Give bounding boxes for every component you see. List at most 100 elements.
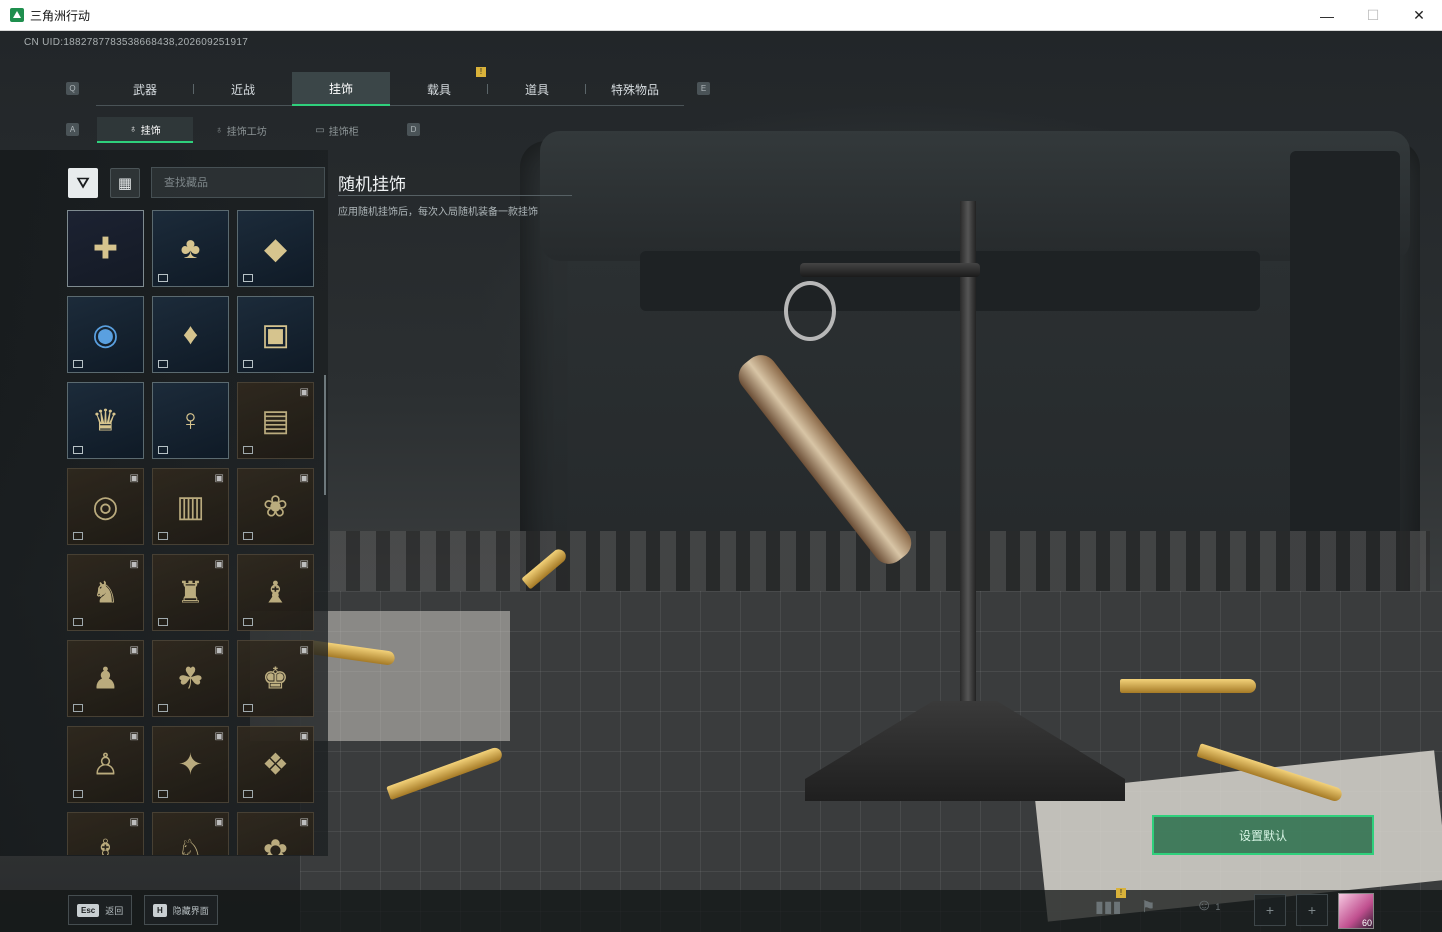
lock-icon: ▣ [129,645,139,656]
image-preview-icon [243,618,253,626]
image-preview-icon [158,446,168,454]
lock-icon: ▣ [299,645,309,656]
image-preview-icon [158,360,168,368]
tab-special-items[interactable]: 特殊物品 [586,72,684,106]
lock-icon: ▣ [299,473,309,484]
player-uid: CN UID:1882787783538668438,202609251917 [24,37,249,48]
search-input[interactable] [151,167,325,198]
hide-ui-button[interactable]: H 隐藏界面 [144,895,218,925]
image-preview-icon [243,704,253,712]
image-preview-icon [158,618,168,626]
subtab-charm-workshop[interactable]: ♁ 挂饰工坊 [193,117,289,143]
charm-thumbnail-icon: ◉ [92,318,119,351]
charm-item-locked-charm-3[interactable]: ▥ ▣ [152,468,229,545]
detail-title: 随机挂饰 [338,175,406,194]
stats-icon[interactable]: ▮▮▮ [1095,897,1121,917]
key-hint-a: A [66,123,79,136]
lock-icon: ▣ [299,731,309,742]
image-preview-icon [243,790,253,798]
tab-charms[interactable]: 挂饰 [292,72,390,106]
grid-view-button[interactable]: ▦ [110,168,140,198]
tab-label: 挂饰 [328,81,353,96]
subtab-label: 挂饰 [140,125,161,137]
tab-props[interactable]: 道具 [488,72,586,106]
tab-label: 载具 [426,82,451,97]
maximize-button[interactable]: ☐ [1350,0,1396,31]
workshop-icon: ♁ [215,124,223,136]
subtab-charms[interactable]: ♁ 挂饰 [97,117,193,143]
key-hint-e: E [697,82,710,95]
filter-button[interactable]: ⛛ [68,168,98,198]
party-slot-2[interactable]: + [1296,894,1328,926]
tab-vehicles[interactable]: 载具 [390,72,488,106]
charm-thumbnail-icon: ♜ [177,576,204,609]
charm-item-bag-charm[interactable]: ♣ [152,210,229,287]
charm-item-figure-charm[interactable]: ♀ [152,382,229,459]
back-button[interactable]: Esc 返回 [68,895,133,925]
main-tabs: 武器 近战 挂饰 载具 道具 特殊物品 [96,72,684,106]
charm-thumbnail-icon: ♦ [182,317,199,351]
key-hint-q: Q [66,82,79,95]
charm-item-locked-charm-1[interactable]: ▤ ▣ [237,382,314,459]
flag-icon[interactable]: ⚑ [1141,897,1155,917]
window-titlebar: 三角洲行动 — ☐ ✕ [0,0,1442,31]
image-preview-icon [243,274,253,282]
tab-melee[interactable]: 近战 [194,72,292,106]
charm-item-locked-charm-11[interactable]: ♙ ▣ [67,726,144,803]
back-label: 返回 [105,905,124,916]
charm-thumbnail-icon: ✦ [177,748,204,781]
charm-item-locked-charm-14[interactable]: ♗ ▣ [67,812,144,855]
image-preview-icon [73,446,83,454]
charm-item-random-charm[interactable]: ✚ [67,210,144,287]
hide-ui-label: 隐藏界面 [172,905,209,916]
charm-item-locked-charm-6[interactable]: ♜ ▣ [152,554,229,631]
charm-thumbnail-icon: ♗ [92,834,119,855]
charm-item-locked-charm-10[interactable]: ♚ ▣ [237,640,314,717]
image-preview-icon [158,532,168,540]
image-preview-icon [73,532,83,540]
set-default-button[interactable]: 设置默认 [1152,815,1374,855]
charm-thumbnail-icon: ◎ [92,490,119,523]
tab-label: 特殊物品 [610,82,659,97]
charm-item-locked-charm-8[interactable]: ♟ ▣ [67,640,144,717]
image-preview-icon [73,360,83,368]
grid-scrollbar[interactable] [324,375,326,495]
charm-item-locked-charm-12[interactable]: ✦ ▣ [152,726,229,803]
lock-icon: ▣ [214,817,224,828]
image-preview-icon [243,360,253,368]
charm-item-locked-charm-15[interactable]: ♘ ▣ [152,812,229,855]
image-preview-icon [243,446,253,454]
charm-item-locked-charm-5[interactable]: ♞ ▣ [67,554,144,631]
charm-item-sun-charm[interactable]: ◉ [67,296,144,373]
party-slot-1[interactable]: + [1254,894,1286,926]
charm-item-top-charm[interactable]: ◆ [237,210,314,287]
bullet [1120,679,1256,693]
charm-thumbnail-icon: ♣ [180,231,201,265]
charm-item-card-charm[interactable]: ♦ [152,296,229,373]
charm-item-locked-charm-2[interactable]: ◎ ▣ [67,468,144,545]
charm-item-locked-charm-13[interactable]: ❖ ▣ [237,726,314,803]
plus-icon: + [1265,902,1275,918]
charm-item-locked-charm-4[interactable]: ❀ ▣ [237,468,314,545]
charm-item-locked-charm-16[interactable]: ✿ ▣ [237,812,314,855]
tab-label: 道具 [524,82,549,97]
charm-thumbnail-icon: ☘ [177,662,204,695]
charm-thumbnail-icon: ♘ [177,834,204,855]
plus-icon: + [1307,902,1317,918]
close-button[interactable]: ✕ [1396,0,1442,31]
minimize-button[interactable]: — [1304,0,1350,31]
charm-thumbnail-icon: ▤ [261,404,290,437]
subtab-label: 挂饰柜 [328,126,359,138]
tab-weapons[interactable]: 武器 [96,72,194,106]
h-key-hint: H [153,903,167,917]
player-avatar[interactable]: 60 [1338,893,1374,929]
image-preview-icon [158,704,168,712]
subtab-charm-cabinet[interactable]: ▭ 挂饰柜 [289,117,385,143]
charm-item-locked-charm-9[interactable]: ☘ ▣ [152,640,229,717]
grid-view-icon: ▦ [117,175,133,192]
charm-item-vase-charm[interactable]: ♛ [67,382,144,459]
charm-icon: ♁ [129,123,137,135]
charm-item-locked-charm-7[interactable]: ♝ ▣ [237,554,314,631]
friends-icon[interactable]: ☺ 1 [1196,897,1220,915]
charm-item-frame-charm[interactable]: ▣ [237,296,314,373]
